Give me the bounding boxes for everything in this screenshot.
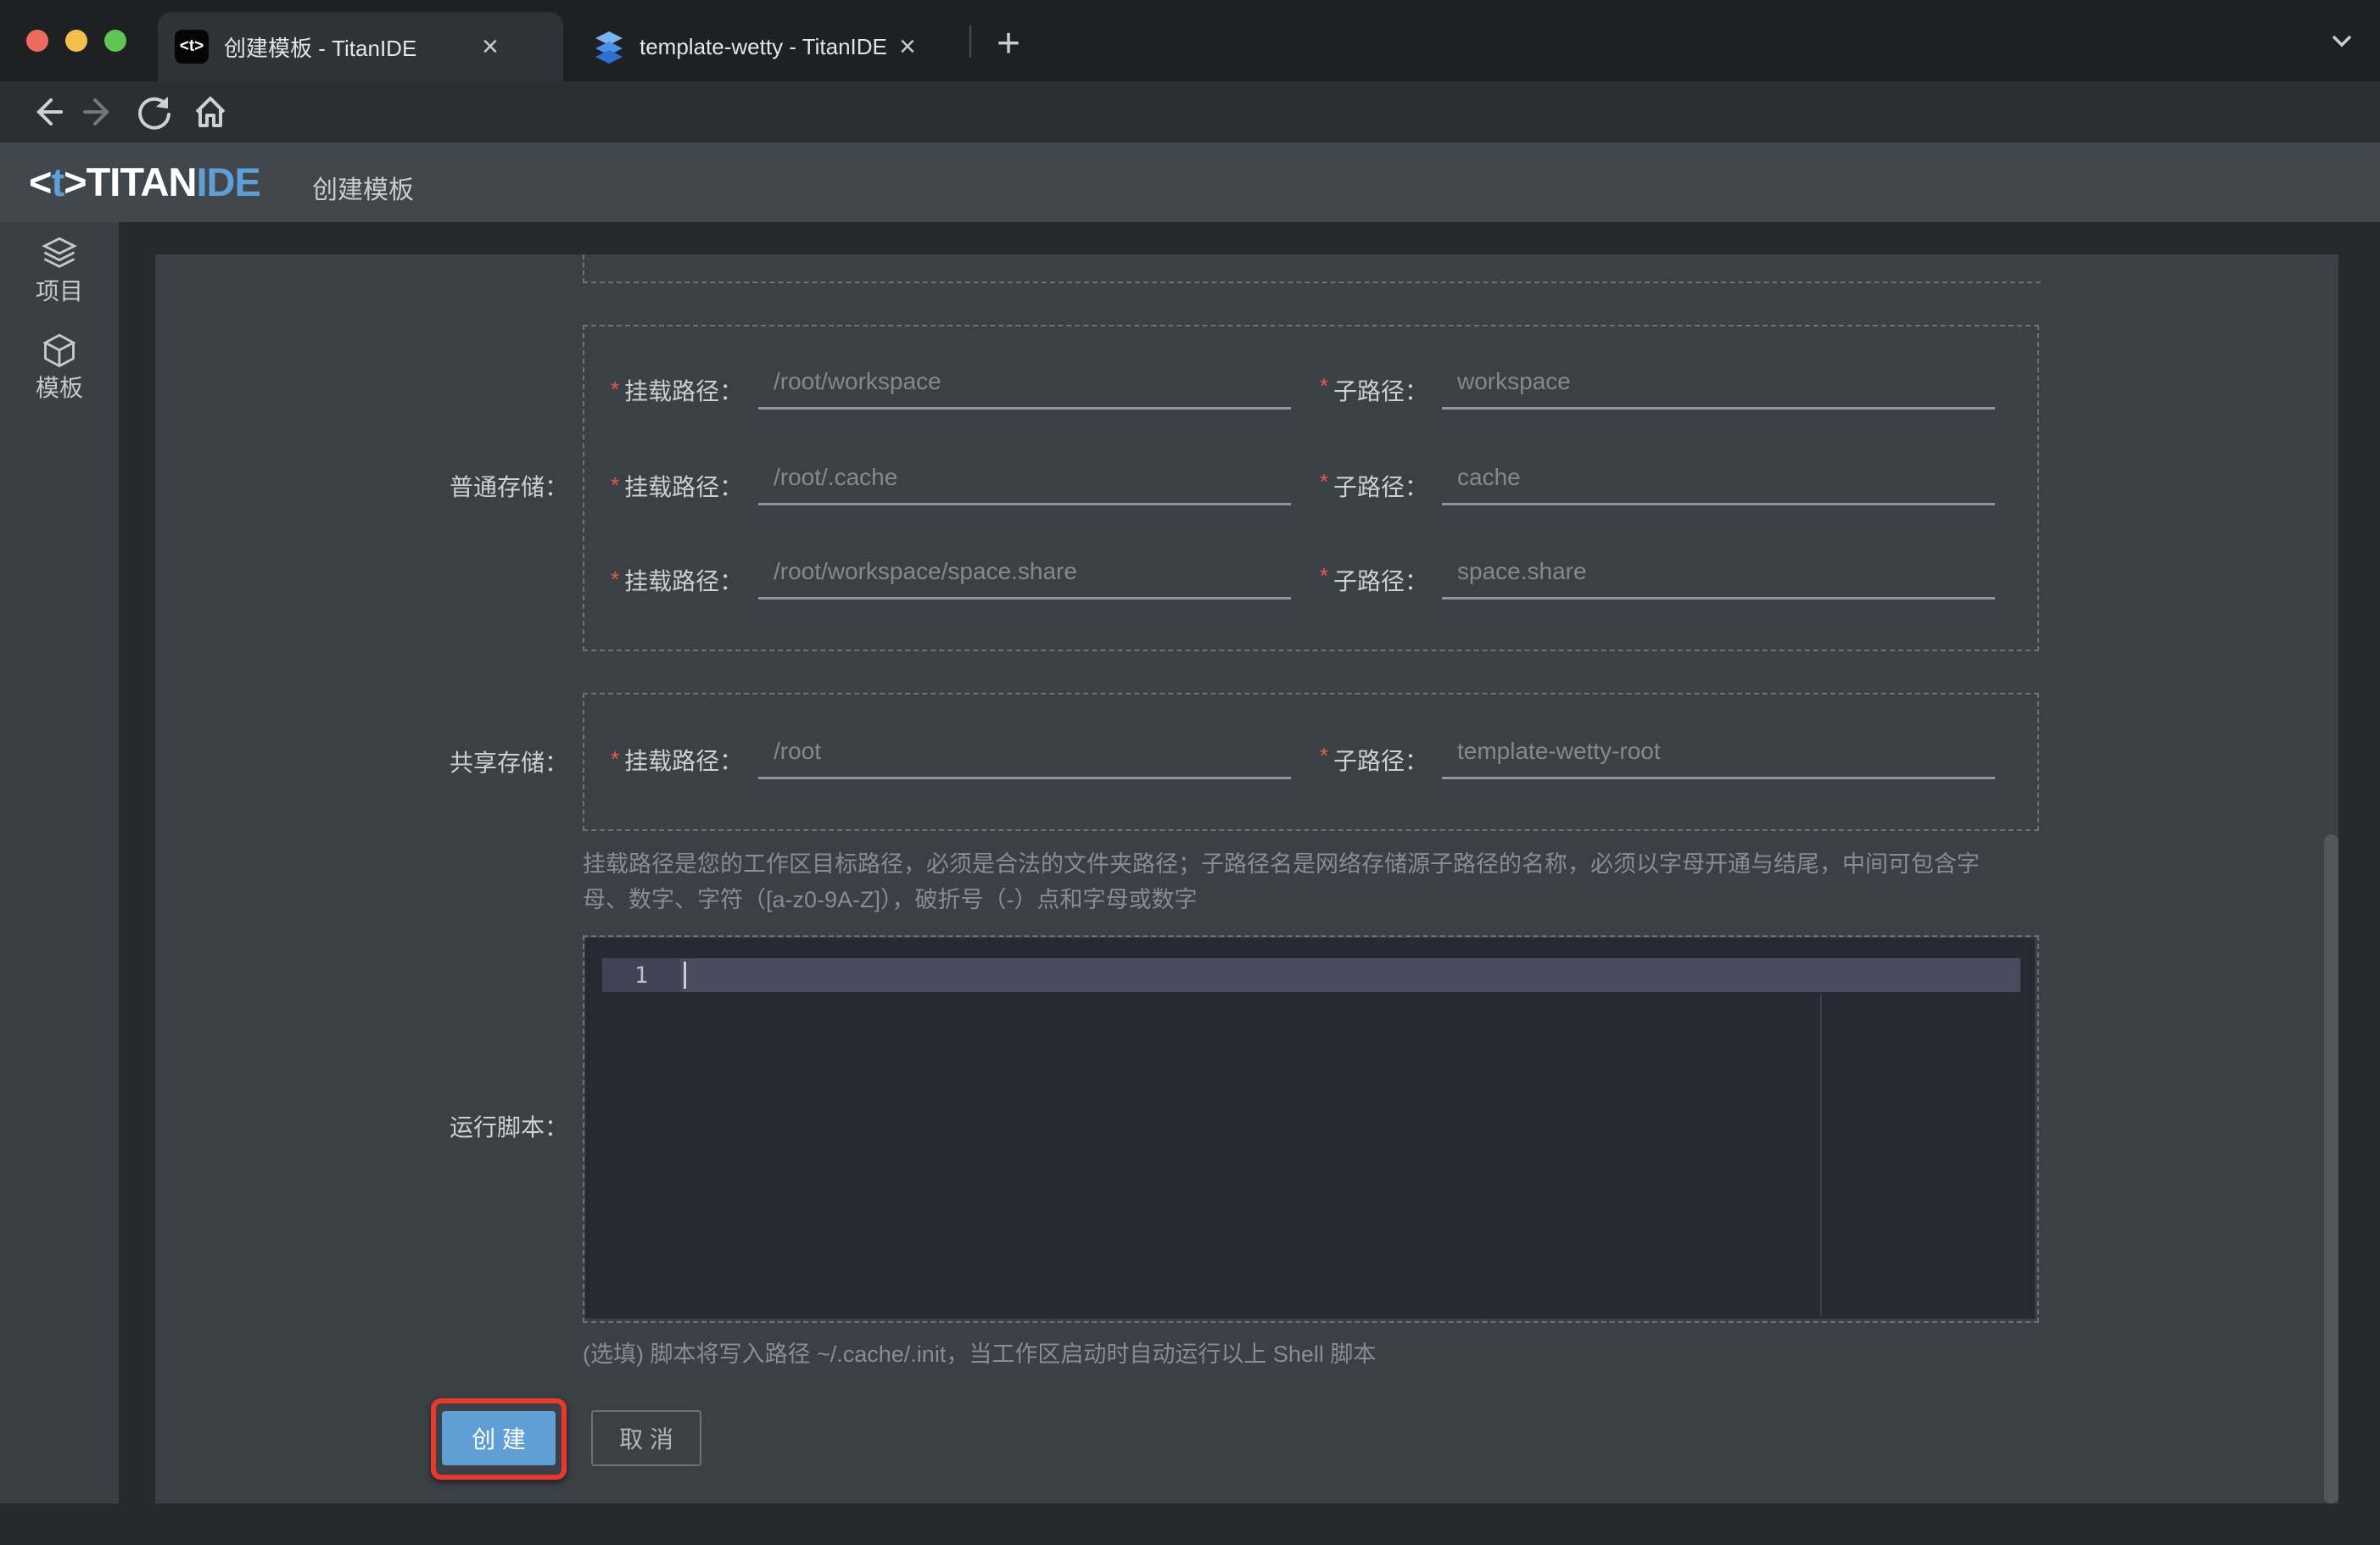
required-marker: * xyxy=(1320,373,1329,399)
sub-path-label: 子路径： xyxy=(1333,378,1429,404)
tab-title: template-wetty - TitanIDE xyxy=(640,33,887,59)
scrolled-group-remnant xyxy=(583,254,2041,283)
page-body: 项目 模板 普通存储： *挂载路径： *子路径： *挂载路径： xyxy=(0,222,2380,1545)
required-marker: * xyxy=(611,376,620,402)
titanide-logo: <t>TITANIDE xyxy=(29,159,261,204)
scrollbar-thumb[interactable] xyxy=(2324,834,2338,1503)
create-button[interactable]: 创 建 xyxy=(442,1411,556,1465)
browser-tab-strip: <t> 创建模板 - TitanIDE × template-wetty - T… xyxy=(0,0,2380,81)
mount-path-input[interactable] xyxy=(758,558,1291,600)
new-tab-button[interactable]: + xyxy=(984,19,1033,68)
required-marker: * xyxy=(1320,469,1329,494)
sub-path-input[interactable] xyxy=(1442,464,1995,505)
required-marker: * xyxy=(611,746,620,772)
required-marker: * xyxy=(611,566,620,592)
home-icon[interactable] xyxy=(188,90,232,134)
sub-path-label: 子路径： xyxy=(1333,474,1429,500)
mount-path-input[interactable] xyxy=(758,368,1291,410)
sub-path-input[interactable] xyxy=(1442,558,1995,600)
create-button-annotation: 创 建 xyxy=(431,1398,567,1480)
tab-separator xyxy=(969,25,971,58)
mount-path-label: 挂载路径： xyxy=(624,568,744,594)
close-tab-icon[interactable]: × xyxy=(482,32,499,61)
shared-storage-label: 共享存储： xyxy=(449,750,568,776)
cube-icon xyxy=(42,333,76,368)
tab-template-wetty[interactable]: template-wetty - TitanIDE × xyxy=(577,12,958,81)
back-icon[interactable] xyxy=(24,90,68,134)
sidebar-item-projects[interactable]: 项目 xyxy=(0,236,119,307)
sub-path-input[interactable] xyxy=(1442,738,1995,779)
editor-current-line xyxy=(602,958,2020,992)
storage-row: *挂载路径： *子路径： xyxy=(611,464,1995,505)
mount-path-input[interactable] xyxy=(758,738,1291,779)
path-help-line2: 母、数字、字符（[a-z0-9A-Z]），破折号（-）点和字母或数字 xyxy=(583,887,1198,912)
sidebar: 项目 模板 xyxy=(0,222,119,1503)
required-marker: * xyxy=(1320,563,1329,588)
sub-path-label: 子路径： xyxy=(1333,748,1429,774)
reload-icon[interactable] xyxy=(132,90,176,134)
line-number: 1 xyxy=(634,962,649,989)
layers-icon xyxy=(42,237,77,268)
screen: <t> 创建模板 - TitanIDE × template-wetty - T… xyxy=(0,0,2380,1545)
app-header: <t>TITANIDE 创建模板 demo ? 演 xyxy=(0,142,2380,354)
editor-ruler xyxy=(1820,994,1822,1316)
template-favicon xyxy=(595,31,623,64)
run-script-label: 运行脚本： xyxy=(449,1114,568,1141)
mount-path-input[interactable] xyxy=(758,464,1291,505)
sub-path-label: 子路径： xyxy=(1333,568,1429,594)
page-title: 创建模板 xyxy=(312,176,414,204)
titanide-favicon: <t> xyxy=(175,30,209,64)
tab-search-chevron-icon[interactable] xyxy=(2329,31,2355,51)
required-marker: * xyxy=(1320,743,1329,768)
tab-create-template[interactable]: <t> 创建模板 - TitanIDE × xyxy=(158,12,563,81)
editor-caret xyxy=(684,962,686,989)
sub-path-input[interactable] xyxy=(1442,368,1995,410)
sidebar-item-templates[interactable]: 模板 xyxy=(0,332,119,404)
editor-gutter: 1 xyxy=(602,958,680,992)
mount-path-label: 挂载路径： xyxy=(624,474,744,500)
cancel-button[interactable]: 取 消 xyxy=(591,1410,701,1466)
normal-storage-label: 普通存储： xyxy=(449,474,568,500)
forward-icon[interactable] xyxy=(78,90,122,134)
traffic-zoom-button[interactable] xyxy=(104,30,126,52)
path-help-line1: 挂载路径是您的工作区目标路径，必须是合法的文件夹路径；子路径名是网络存储源子路径… xyxy=(583,851,1980,877)
script-help-text: (选填) 脚本将写入路径 ~/.cache/.init，当工作区启动时自动运行以… xyxy=(583,1341,1377,1367)
traffic-minimize-button[interactable] xyxy=(65,30,87,52)
storage-row: *挂载路径： *子路径： xyxy=(611,558,1995,600)
storage-row: *挂载路径： *子路径： xyxy=(611,368,1995,410)
close-tab-icon[interactable]: × xyxy=(899,32,916,61)
tab-title: 创建模板 - TitanIDE xyxy=(224,35,417,61)
script-editor[interactable]: 1 xyxy=(585,938,2035,1319)
required-marker: * xyxy=(611,472,620,498)
browser-toolbar: try.titanide.cn/ide/web/workspace/templa… xyxy=(0,81,2380,214)
traffic-close-button[interactable] xyxy=(26,30,48,52)
mount-path-label: 挂载路径： xyxy=(624,378,744,404)
sidebar-item-label: 模板 xyxy=(35,375,83,401)
sidebar-item-label: 项目 xyxy=(35,278,83,304)
mount-path-label: 挂载路径： xyxy=(624,748,744,774)
storage-row: *挂载路径： *子路径： xyxy=(611,738,1995,779)
